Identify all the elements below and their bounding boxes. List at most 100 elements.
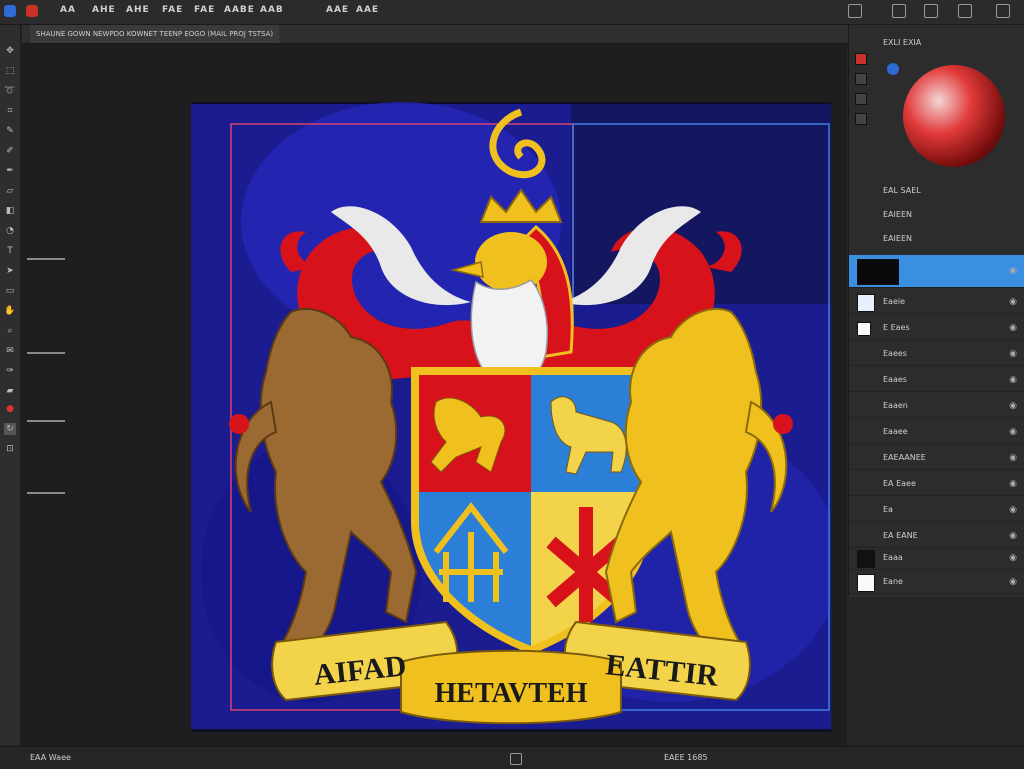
menu-item-8[interactable]: AAE	[326, 5, 349, 15]
menu-item-1[interactable]: AA	[60, 5, 76, 15]
color-wheel[interactable]	[903, 65, 1005, 167]
panel-icon[interactable]	[855, 113, 867, 125]
menu-item-2[interactable]: AHE	[92, 5, 116, 15]
layer-row[interactable]: EA EANE ◉	[849, 525, 1024, 548]
menu-item-6[interactable]: AABE	[224, 5, 255, 15]
layer-thumbnail	[857, 322, 871, 336]
layer-name: Eaaen	[883, 401, 908, 410]
layer-thumbnail	[857, 294, 875, 312]
layer-name: Eaaa	[883, 553, 903, 562]
layer-visibility-icon[interactable]: ◉	[1009, 291, 1017, 313]
red-tool-icon[interactable]: ●	[4, 403, 16, 415]
layer-name: EAEAANEE	[883, 453, 926, 462]
layer-visibility-icon[interactable]: ◉	[1009, 421, 1017, 443]
coat-of-arms-artwork[interactable]: AIFAD EATTIR HETAVTEH	[191, 102, 831, 732]
path-tool-icon[interactable]: ➤	[4, 265, 16, 277]
lock-tool-icon[interactable]: ⊡	[4, 443, 16, 455]
close-button[interactable]	[996, 4, 1010, 18]
layer-visibility-icon[interactable]: ◉	[1009, 571, 1017, 593]
layer-name: Eaeie	[883, 297, 906, 306]
shape-tool-icon[interactable]: ▭	[4, 285, 16, 297]
zoom-tool-icon[interactable]: ⌕	[4, 325, 16, 337]
document-tab[interactable]: SHAUNE GOWN NEWPDO KOWNET TEENP EOGO (MA…	[30, 25, 280, 43]
layer-name: Eaaee	[883, 427, 908, 436]
layers-subheader[interactable]: EAIEEN	[883, 229, 1023, 249]
rotate-tool-icon[interactable]: ↻	[4, 423, 16, 435]
crest-head	[475, 232, 547, 292]
menu-bar: AA AHE AHE FAE FAE AABE AAB AAE AAE	[0, 0, 1024, 25]
layer-name: Ea	[883, 505, 893, 514]
app-icon[interactable]	[4, 5, 16, 17]
layer-name: Eane	[883, 577, 903, 586]
swatch-panel-label[interactable]: EAL SAEL	[883, 181, 1023, 201]
layer-visibility-icon[interactable]: ◉	[1009, 473, 1017, 495]
foreground-swatch[interactable]	[855, 53, 867, 65]
gradient-tool-icon[interactable]: ◧	[4, 205, 16, 217]
menu-item-5[interactable]: FAE	[194, 5, 215, 15]
layer-name: E Eaes	[883, 323, 910, 332]
menu-item-4[interactable]: FAE	[162, 5, 183, 15]
menu-item-7[interactable]: AAB	[260, 5, 284, 15]
layer-visibility-icon[interactable]: ◉	[1009, 447, 1017, 469]
layer-visibility-icon[interactable]: ◉	[1009, 343, 1017, 365]
layer-row-selected[interactable]: ◉	[849, 255, 1024, 288]
pen-tool-icon[interactable]: ✒	[4, 165, 16, 177]
status-bar: EAA Waee EAEE 1685	[0, 746, 1024, 769]
dodge-tool-icon[interactable]: ◔	[4, 225, 16, 237]
layer-row[interactable]: Eaaa ◉	[849, 547, 1024, 570]
canvas-area[interactable]: AIFAD EATTIR HETAVTEH	[21, 44, 847, 746]
layer-visibility-icon[interactable]: ◉	[1009, 395, 1017, 417]
pen2-tool-icon[interactable]: ✑	[4, 365, 16, 377]
marquee-tool-icon[interactable]: ⬚	[4, 65, 16, 77]
color-panel-header[interactable]: EXLI EXIA	[883, 33, 1023, 53]
layer-visibility-icon[interactable]: ◉	[1009, 547, 1017, 569]
layer-visibility-icon[interactable]: ◉	[1009, 499, 1017, 521]
crop-tool-icon[interactable]: ⌗	[4, 105, 16, 117]
brush-tool-icon[interactable]: ✐	[4, 145, 16, 157]
layer-row[interactable]: Eaaee ◉	[849, 421, 1024, 444]
lion-right-tail-tuft	[773, 414, 793, 434]
note-tool-icon[interactable]: ✉	[4, 345, 16, 357]
minimize-button[interactable]	[924, 4, 938, 18]
layer-row[interactable]: Eaeie ◉	[849, 291, 1024, 314]
layer-row[interactable]: E Eaes ◉	[849, 317, 1024, 340]
panel-icon[interactable]	[855, 73, 867, 85]
lion-left-tail-tuft	[229, 414, 249, 434]
eyedropper-tool-icon[interactable]: ✎	[4, 125, 16, 137]
status-center-icon[interactable]	[510, 753, 522, 765]
eraser-tool-icon[interactable]: ▱	[4, 185, 16, 197]
move-tool-icon[interactable]: ✥	[4, 45, 16, 57]
layer-visibility-icon[interactable]: ◉	[1009, 525, 1017, 547]
lasso-tool-icon[interactable]: ➰	[4, 85, 16, 97]
ruler-mark	[27, 352, 65, 354]
layer-name: EA Eaee	[883, 479, 916, 488]
layer-visibility-icon[interactable]: ◉	[1009, 255, 1017, 287]
layer-visibility-icon[interactable]: ◉	[1009, 369, 1017, 391]
layer-name: EA EANE	[883, 531, 918, 540]
layer-row[interactable]: Eane ◉	[849, 571, 1024, 594]
panel-icon[interactable]	[855, 93, 867, 105]
layer-row[interactable]: Ea ◉	[849, 499, 1024, 522]
layer-row[interactable]: Eaaen ◉	[849, 395, 1024, 418]
layer-row[interactable]: Eaaes ◉	[849, 369, 1024, 392]
color-dot-icon[interactable]	[887, 63, 899, 75]
menu-item-9[interactable]: AAE	[356, 5, 379, 15]
app-icon-secondary[interactable]	[26, 5, 38, 17]
layer-row[interactable]: Eaees ◉	[849, 343, 1024, 366]
tool-bar: ✥ ⬚ ➰ ⌗ ✎ ✐ ✒ ▱ ◧ ◔ T ➤ ▭ ✋ ⌕ ✉ ✑ ▰ ● ↻ …	[0, 25, 21, 745]
text-tool-icon[interactable]: T	[4, 245, 16, 257]
maximize-button[interactable]	[958, 4, 972, 18]
layout-button[interactable]	[892, 4, 906, 18]
motto-center-text: HETAVTEH	[434, 678, 587, 709]
ruler-mark	[27, 258, 65, 260]
menu-item-3[interactable]: AHE	[126, 5, 150, 15]
status-left: EAA Waee	[30, 753, 71, 762]
layer-row[interactable]: EA Eaee ◉	[849, 473, 1024, 496]
layer-thumbnail	[857, 574, 875, 592]
panels-button[interactable]	[848, 4, 862, 18]
layer-visibility-icon[interactable]: ◉	[1009, 317, 1017, 339]
hand-tool-icon[interactable]: ✋	[4, 305, 16, 317]
layers-panel-header[interactable]: EAIEEN	[883, 205, 1023, 225]
paint-tool-icon[interactable]: ▰	[4, 385, 16, 397]
layer-row[interactable]: EAEAANEE ◉	[849, 447, 1024, 470]
